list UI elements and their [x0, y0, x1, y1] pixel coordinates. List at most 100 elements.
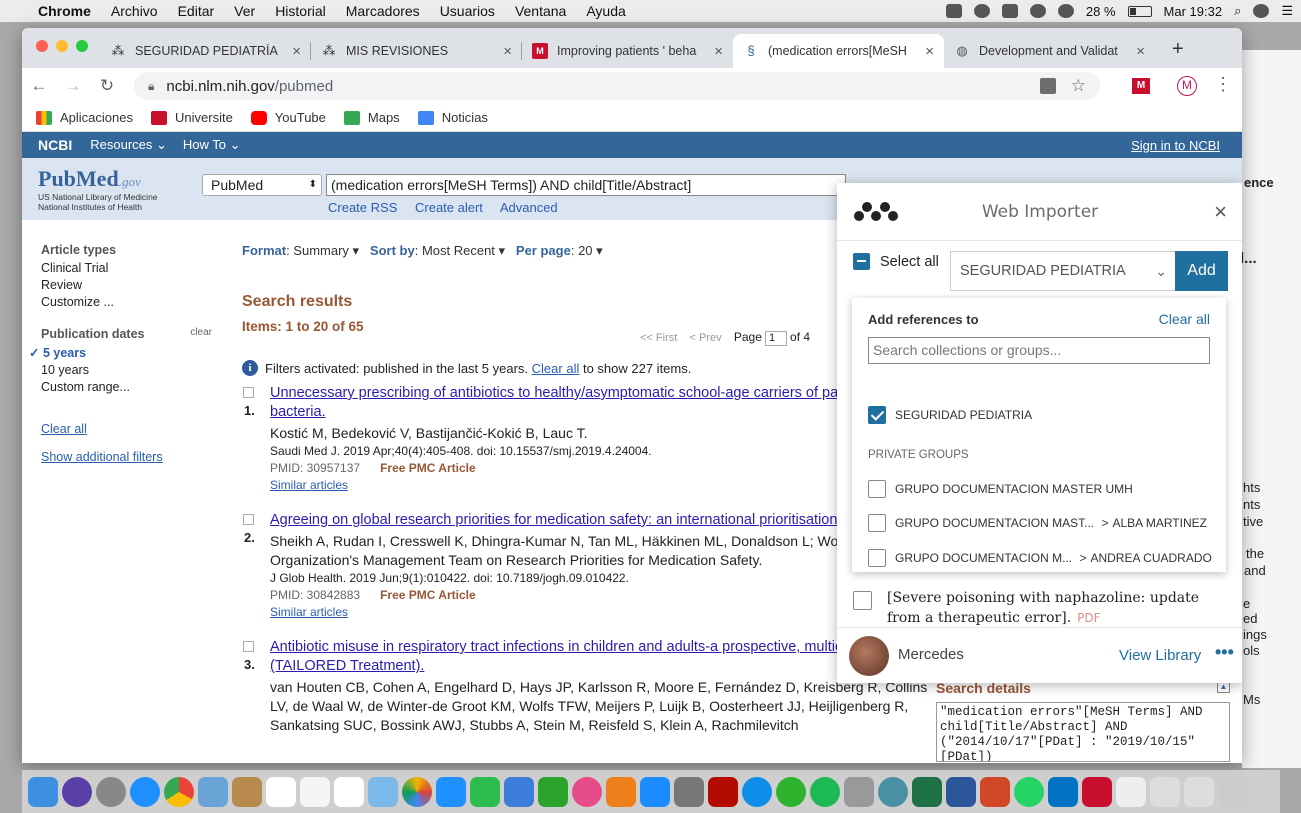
sort-selector[interactable]: Sort by: Most Recent ▾ [370, 243, 505, 258]
filter-custom-range[interactable]: Custom range... [41, 380, 226, 394]
tab-improving-patients[interactable]: M Improving patients ' beha × [522, 34, 733, 68]
notification-center-icon[interactable]: ☰ [1281, 3, 1293, 19]
teamviewer-icon[interactable] [1001, 4, 1018, 18]
spreadsheet-file-icon[interactable] [1184, 776, 1214, 807]
filter-review[interactable]: Review [41, 278, 226, 292]
reload-icon[interactable]: ↻ [90, 76, 124, 96]
bookmark-universite[interactable]: Universite [151, 110, 233, 125]
mendeley-dock-icon[interactable] [1082, 776, 1112, 807]
siri-icon[interactable] [62, 776, 92, 807]
dropbox-icon[interactable] [945, 4, 962, 18]
bookmark-noticias[interactable]: Noticias [417, 110, 488, 125]
trash-icon[interactable] [1218, 776, 1248, 807]
menu-historial[interactable]: Historial [275, 3, 326, 19]
lock-icon[interactable]: 🔒︎ [148, 79, 154, 94]
facetime-icon[interactable] [470, 776, 500, 807]
photos-icon[interactable] [402, 776, 432, 807]
pubmed-search-input[interactable]: (medication errors[MeSH Terms]) AND chil… [326, 174, 846, 196]
chrome-icon[interactable] [164, 776, 194, 807]
tab-medication-errors[interactable]: § (medication errors[MeSH × [733, 34, 944, 68]
reference-title[interactable]: [Severe poisoning with naphazoline: upda… [887, 590, 1199, 626]
spotify-icon[interactable] [810, 776, 840, 807]
minimize-window-icon[interactable] [56, 40, 68, 52]
filters-clear-all-link[interactable]: Clear all [532, 361, 580, 376]
clear-all-filters-link[interactable]: Clear all [41, 422, 226, 436]
close-tab-icon[interactable]: × [925, 43, 934, 60]
close-tab-icon[interactable]: × [503, 43, 512, 60]
itunes-icon[interactable] [572, 776, 602, 807]
app-store-icon[interactable] [640, 776, 670, 807]
siri-icon[interactable] [1253, 4, 1270, 18]
close-window-icon[interactable] [36, 40, 48, 52]
excel-icon[interactable] [912, 776, 942, 807]
view-library-link[interactable]: View Library [1119, 647, 1201, 664]
menu-marcadores[interactable]: Marcadores [346, 3, 420, 19]
menubar-clock[interactable]: Mar 19:32 [1164, 4, 1223, 19]
keynote-icon[interactable] [504, 776, 534, 807]
finder-icon[interactable] [28, 776, 58, 807]
reference-checkbox[interactable] [853, 591, 872, 610]
clear-all-link[interactable]: Clear all [1159, 311, 1210, 327]
tab-seguridad-pediatria[interactable]: ⁂ SEGURIDAD PEDIATRÍA × [100, 34, 311, 68]
howto-menu[interactable]: How To ⌄ [183, 137, 241, 153]
spotlight-search-icon[interactable]: ⌕ [1234, 3, 1241, 19]
close-icon[interactable]: × [1214, 199, 1227, 225]
checkbox-icon[interactable] [868, 549, 886, 567]
notes-icon[interactable] [232, 776, 262, 807]
perpage-selector[interactable]: Per page: 20 ▾ [516, 243, 603, 258]
filter-clinical-trial[interactable]: Clinical Trial [41, 261, 226, 275]
address-bar[interactable]: 🔒︎ ncbi.nlm.nih.gov/pubmed ☆ [134, 72, 1100, 100]
checkbox-icon[interactable] [868, 514, 886, 532]
acrobat-icon[interactable] [708, 776, 738, 807]
group-option-alba-martinez[interactable]: GRUPO DOCUMENTACION MAST... > ALBA MARTI… [868, 514, 1207, 532]
wifi-icon[interactable] [1057, 4, 1074, 18]
advanced-link[interactable]: Advanced [500, 200, 558, 215]
zoom-window-icon[interactable] [76, 40, 88, 52]
tab-mis-revisiones[interactable]: ⁂ MIS REVISIONES × [311, 34, 522, 68]
menu-app[interactable]: Chrome [38, 3, 91, 19]
powerpoint-icon[interactable] [980, 776, 1010, 807]
more-options-icon[interactable]: ••• [1215, 642, 1234, 663]
globe-app-icon[interactable] [878, 776, 908, 807]
teamviewer-icon[interactable] [742, 776, 772, 807]
network-icon[interactable] [844, 776, 874, 807]
chrome-menu-icon[interactable]: ⋮ [1214, 74, 1232, 95]
messages-icon[interactable] [436, 776, 466, 807]
database-select[interactable]: PubMed ⬍ [202, 174, 322, 196]
preview-icon[interactable] [198, 776, 228, 807]
indeterminate-checkbox-icon[interactable] [853, 253, 870, 270]
mendeley-extension-icon[interactable]: M [1132, 78, 1150, 94]
profile-avatar[interactable]: M [1177, 76, 1197, 96]
player-icon[interactable] [776, 776, 806, 807]
back-icon[interactable]: ← [22, 76, 56, 96]
group-option-master-umh[interactable]: GRUPO DOCUMENTACION MASTER UMH [868, 480, 1133, 498]
numbers-icon[interactable] [538, 776, 568, 807]
filter-customize[interactable]: Customize ... [41, 295, 226, 309]
collection-dropdown[interactable]: SEGURIDAD PEDIATRIA ⌄ [950, 251, 1176, 291]
first-page-link[interactable]: << First [640, 332, 677, 344]
checkbox-checked-icon[interactable] [868, 406, 886, 424]
bookmark-star-icon[interactable]: ☆ [1071, 76, 1086, 96]
safari-icon[interactable] [130, 776, 160, 807]
word-icon[interactable] [946, 776, 976, 807]
whatsapp-icon[interactable] [1014, 776, 1044, 807]
bookmark-youtube[interactable]: YouTube [250, 110, 326, 125]
resources-menu[interactable]: Resources ⌄ [90, 137, 167, 153]
stickies-icon[interactable] [300, 776, 330, 807]
filter-10-years[interactable]: 10 years [41, 363, 226, 377]
create-rss-link[interactable]: Create RSS [328, 200, 397, 215]
menu-ventana[interactable]: Ventana [515, 3, 566, 19]
books-icon[interactable] [606, 776, 636, 807]
bookmark-aplicaciones[interactable]: Aplicaciones [36, 110, 133, 125]
create-alert-link[interactable]: Create alert [415, 200, 483, 215]
maps-icon[interactable] [368, 776, 398, 807]
menu-editar[interactable]: Editar [178, 3, 215, 19]
result-checkbox[interactable] [243, 387, 254, 398]
reminders-icon[interactable] [334, 776, 364, 807]
sign-in-link[interactable]: Sign in to NCBI [1131, 138, 1220, 153]
add-button[interactable]: Add [1175, 251, 1228, 291]
result-checkbox[interactable] [243, 641, 254, 652]
collections-search-input[interactable]: Search collections or groups... [868, 337, 1210, 364]
ncbi-logo[interactable]: NCBI [38, 137, 72, 153]
search-details-query[interactable]: "medication errors"[MeSH Terms] AND chil… [936, 702, 1230, 762]
